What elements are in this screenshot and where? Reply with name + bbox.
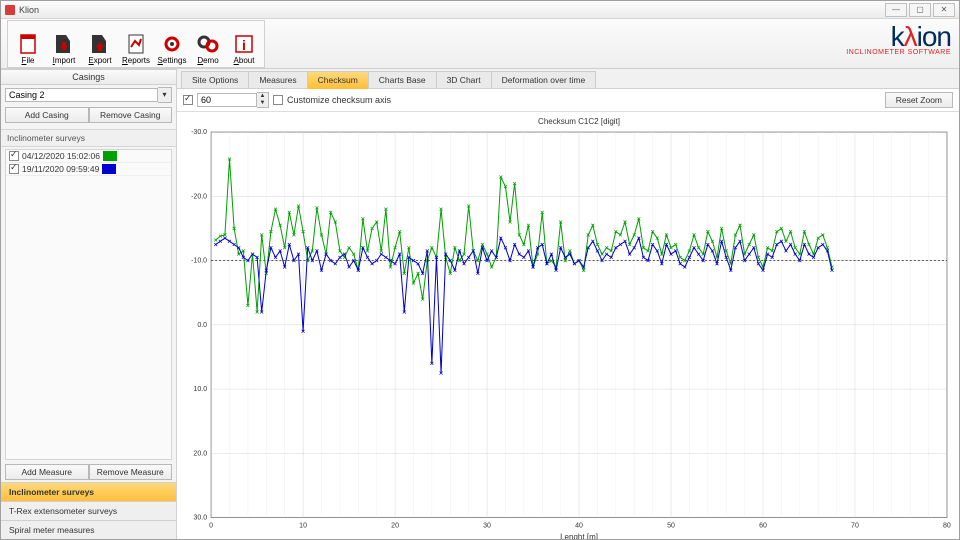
svg-text:-20.0: -20.0 (191, 193, 207, 200)
chart[interactable]: 0 10 20 30 40 50 60 70 80 -30.0 -20.0 -10.0 0.0 10.0 2… (179, 114, 957, 537)
casings-header: Casings (1, 69, 176, 85)
tab[interactable]: Site Options (181, 71, 249, 88)
svg-text:0.0: 0.0 (197, 322, 207, 329)
svg-text:10: 10 (299, 523, 307, 530)
section-item[interactable]: T-Rex extensometer surveys (1, 501, 176, 520)
titlebar: Klion — ▢ ✕ (1, 1, 959, 19)
chart-options: ▲▼ Customize checksum axis Reset Zoom (177, 89, 959, 112)
window-title: Klion (19, 5, 39, 15)
section-item[interactable]: Spiral meter measures (1, 520, 176, 539)
reset-zoom-button[interactable]: Reset Zoom (885, 92, 953, 108)
main-toolbar: File Import Export Reports Settings Demo… (1, 19, 959, 69)
demo-icon (196, 32, 220, 56)
svg-text:80: 80 (943, 523, 951, 530)
tab[interactable]: 3D Chart (436, 71, 492, 88)
survey-row[interactable]: 19/11/2020 09:59:49 (6, 163, 171, 176)
color-swatch (102, 164, 116, 174)
remove-casing-button[interactable]: Remove Casing (89, 107, 173, 123)
add-casing-button[interactable]: Add Casing (5, 107, 89, 123)
svg-text:20: 20 (391, 523, 399, 530)
main-panel: Site OptionsMeasuresChecksumCharts Base3… (177, 69, 959, 539)
reports-icon (124, 32, 148, 56)
settings-button[interactable]: Settings (154, 23, 190, 65)
svg-text:i: i (242, 37, 246, 53)
close-button[interactable]: ✕ (933, 3, 955, 17)
import-icon (52, 32, 76, 56)
svg-text:Lenght [m]: Lenght [m] (560, 533, 598, 539)
survey-label: 04/12/2020 15:02:06 (22, 151, 100, 161)
app-window: Klion — ▢ ✕ File Import Export Reports S… (0, 0, 960, 540)
svg-text:10.0: 10.0 (193, 386, 207, 393)
gear-icon (160, 32, 184, 56)
add-measure-button[interactable]: Add Measure (5, 464, 89, 480)
maximize-button[interactable]: ▢ (909, 3, 931, 17)
info-icon: i (232, 32, 256, 56)
minimize-button[interactable]: — (885, 3, 907, 17)
survey-row[interactable]: 04/12/2020 15:02:06 (6, 150, 171, 163)
tabs: Site OptionsMeasuresChecksumCharts Base3… (177, 69, 959, 89)
svg-text:0: 0 (209, 523, 213, 530)
tab[interactable]: Charts Base (368, 71, 437, 88)
svg-text:70: 70 (851, 523, 859, 530)
checksum-checkbox[interactable] (183, 95, 193, 105)
export-icon (88, 32, 112, 56)
customize-checkbox[interactable] (273, 95, 283, 105)
file-icon (16, 32, 40, 56)
survey-checkbox[interactable] (9, 151, 19, 161)
svg-text:60: 60 (759, 523, 767, 530)
chevron-down-icon[interactable]: ▾ (158, 87, 172, 103)
svg-text:Checksum C1C2 [digit]: Checksum C1C2 [digit] (538, 117, 620, 126)
survey-list: 04/12/2020 15:02:06 19/11/2020 09:59:49 (5, 149, 172, 460)
tab[interactable]: Deformation over time (491, 71, 597, 88)
file-button[interactable]: File (10, 23, 46, 65)
spin-arrows[interactable]: ▲▼ (257, 92, 269, 108)
brand-logo: kλion INCLINOMETER SOFTWARE (846, 21, 951, 56)
survey-checkbox[interactable] (9, 164, 19, 174)
casing-select[interactable] (5, 88, 158, 102)
sidebar: Casings ▾ Add Casing Remove Casing Incli… (1, 69, 177, 539)
svg-text:40: 40 (575, 523, 583, 530)
spin-input[interactable] (197, 93, 257, 107)
customize-label: Customize checksum axis (287, 95, 391, 105)
survey-label: 19/11/2020 09:59:49 (22, 164, 99, 174)
demo-button[interactable]: Demo (190, 23, 226, 65)
export-button[interactable]: Export (82, 23, 118, 65)
about-button[interactable]: i About (226, 23, 262, 65)
app-icon (5, 5, 15, 15)
tab[interactable]: Measures (248, 71, 307, 88)
reports-button[interactable]: Reports (118, 23, 154, 65)
remove-measure-button[interactable]: Remove Measure (89, 464, 173, 480)
svg-text:-30.0: -30.0 (191, 129, 207, 136)
svg-text:20.0: 20.0 (193, 450, 207, 457)
svg-text:-10.0: -10.0 (191, 258, 207, 265)
svg-text:50: 50 (667, 523, 675, 530)
svg-text:30.0: 30.0 (193, 515, 207, 522)
import-button[interactable]: Import (46, 23, 82, 65)
surveys-label: Inclinometer surveys (1, 129, 176, 147)
tab[interactable]: Checksum (307, 71, 369, 89)
section-item[interactable]: Inclinometer surveys (1, 482, 176, 501)
svg-text:30: 30 (483, 523, 491, 530)
color-swatch (103, 151, 117, 161)
